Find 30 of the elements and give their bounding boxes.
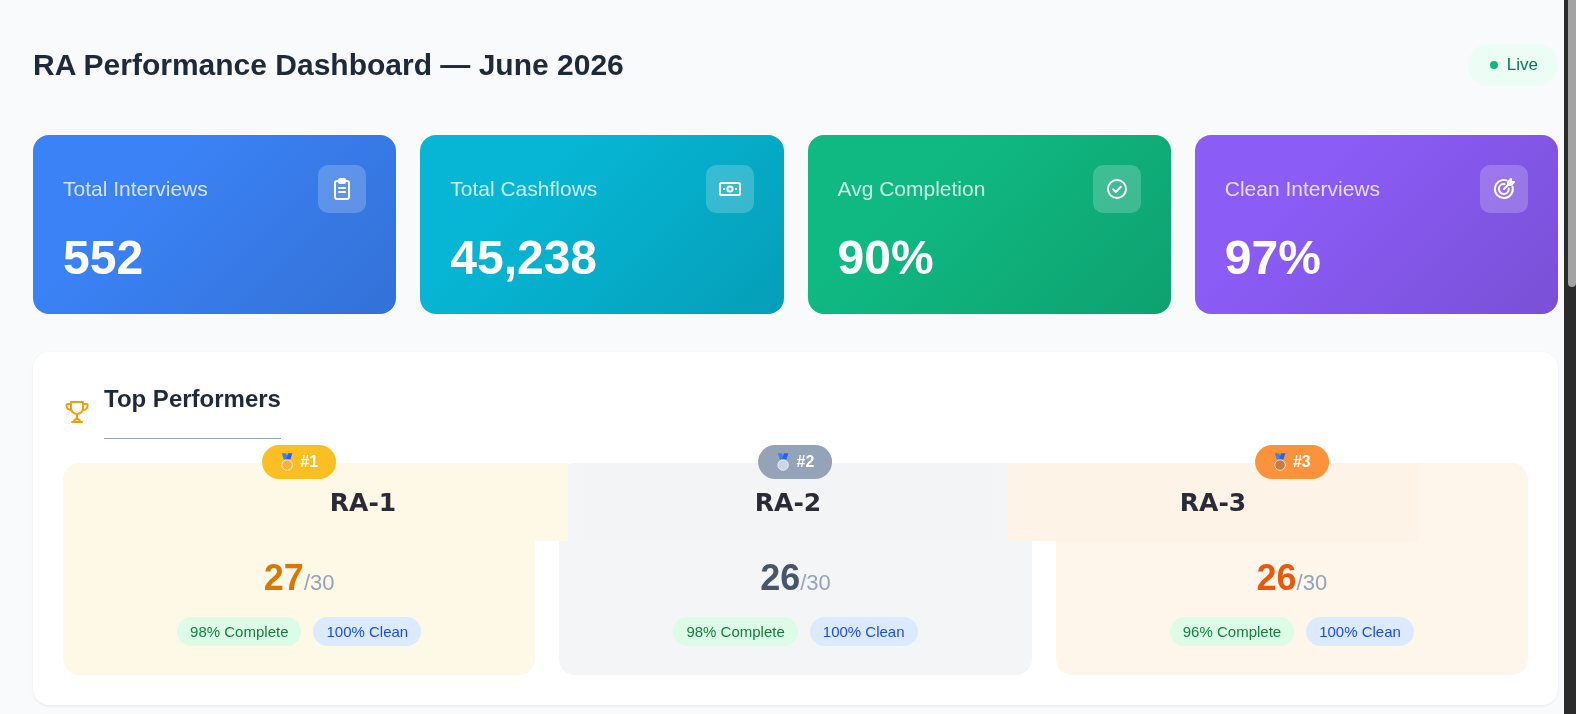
status-dot-icon — [1489, 61, 1498, 69]
medal-icon — [280, 453, 295, 471]
dashboard-title: RA Performance Dashboard — June 2026 — [33, 48, 624, 82]
scrollbar-track[interactable] — [1564, 0, 1576, 714]
status-label: Live — [1506, 55, 1538, 75]
trophy-icon — [63, 400, 91, 424]
score-text: 26/30 — [760, 556, 831, 600]
section-title: Top Performers — [104, 385, 281, 439]
scrollbar-thumb[interactable] — [1568, 0, 1576, 287]
stat-label: Total Interviews — [63, 177, 208, 201]
clean-tag: 100% Clean — [1306, 617, 1414, 646]
medal-icon — [1272, 453, 1287, 471]
clipboard-icon — [318, 165, 367, 213]
target-icon — [1480, 165, 1528, 213]
stat-label: Avg Completion — [837, 177, 986, 201]
stat-value: 45,238 — [450, 230, 599, 286]
medal-icon — [776, 453, 791, 471]
clean-tag: 100% Clean — [809, 617, 918, 646]
stat-value: 97% — [1224, 230, 1322, 286]
completion-tag: 98% Complete — [673, 617, 798, 646]
stat-label: Clean Interviews — [1224, 177, 1380, 201]
stat-value: 552 — [63, 230, 145, 286]
stat-label: Total Cashflows — [450, 177, 598, 201]
score-text: 27/30 — [263, 556, 335, 600]
clean-tag: 100% Clean — [313, 617, 422, 646]
stat-value: 90% — [837, 230, 935, 286]
completion-tag: 96% Complete — [1169, 617, 1295, 646]
banknote-icon — [705, 165, 754, 213]
completion-tag: 98% Complete — [177, 617, 302, 646]
score-text: 26/30 — [1256, 556, 1328, 600]
